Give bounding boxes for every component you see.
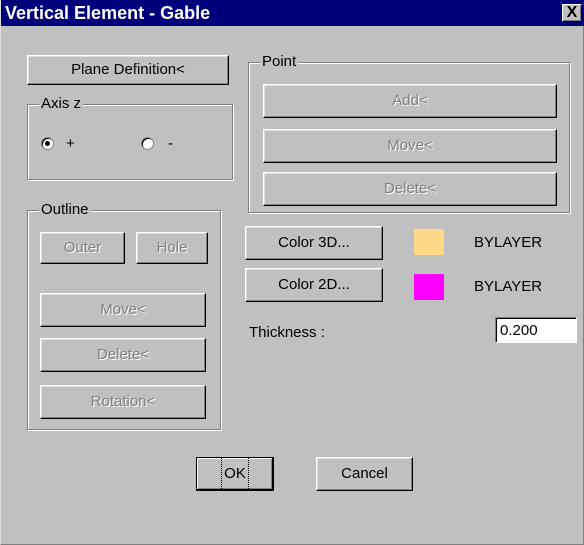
close-icon: X bbox=[566, 4, 578, 21]
hole-label: Hole bbox=[156, 239, 188, 256]
rotation-button[interactable]: Rotation< bbox=[40, 385, 206, 419]
dialog-window: Vertical Element - Gable X Plane Definit… bbox=[0, 0, 584, 545]
point-legend: Point bbox=[260, 53, 299, 70]
point-add-button[interactable]: Add< bbox=[263, 84, 557, 118]
color-2d-button[interactable]: Color 2D... bbox=[245, 268, 383, 302]
thickness-input[interactable] bbox=[495, 317, 577, 343]
rotation-label: Rotation< bbox=[90, 393, 156, 410]
close-button[interactable]: X bbox=[562, 4, 582, 22]
outer-button[interactable]: Outer bbox=[40, 232, 125, 264]
point-delete-label: Delete< bbox=[383, 180, 437, 197]
point-move-button[interactable]: Move< bbox=[263, 129, 557, 163]
point-add-label: Add< bbox=[392, 92, 428, 109]
outline-delete-button[interactable]: Delete< bbox=[40, 338, 206, 372]
color-3d-value: BYLAYER bbox=[474, 234, 543, 251]
plane-definition-label: Plane Definition< bbox=[71, 61, 185, 78]
outer-label: Outer bbox=[63, 239, 102, 256]
cancel-button[interactable]: Cancel bbox=[316, 457, 413, 491]
axis-z-group bbox=[27, 104, 233, 180]
ok-label: OK bbox=[221, 457, 249, 491]
point-delete-button[interactable]: Delete< bbox=[263, 172, 557, 206]
axis-z-plus-label: + bbox=[66, 135, 75, 152]
color-3d-swatch bbox=[414, 229, 444, 255]
cancel-label: Cancel bbox=[341, 465, 388, 482]
color-2d-value: BYLAYER bbox=[474, 278, 543, 295]
axis-z-plus-radio[interactable] bbox=[41, 137, 54, 150]
outline-legend: Outline bbox=[39, 201, 91, 218]
axis-z-minus-label: - bbox=[168, 135, 173, 152]
color-2d-swatch bbox=[414, 274, 444, 300]
window-title: Vertical Element - Gable bbox=[5, 3, 211, 23]
color-2d-label: Color 2D... bbox=[278, 276, 350, 293]
thickness-label: Thickness : bbox=[249, 324, 325, 341]
radio-selected-dot bbox=[45, 141, 50, 146]
ok-button[interactable]: OK bbox=[196, 457, 274, 491]
color-3d-button[interactable]: Color 3D... bbox=[245, 226, 383, 260]
title-bar[interactable]: Vertical Element - Gable X bbox=[1, 0, 584, 26]
plane-definition-button[interactable]: Plane Definition< bbox=[27, 55, 229, 85]
outline-delete-label: Delete< bbox=[96, 346, 150, 363]
outline-move-label: Move< bbox=[100, 301, 146, 318]
axis-z-legend: Axis z bbox=[39, 95, 84, 112]
hole-button[interactable]: Hole bbox=[136, 232, 208, 264]
axis-z-minus-radio[interactable] bbox=[141, 137, 154, 150]
outline-move-button[interactable]: Move< bbox=[40, 293, 206, 327]
point-move-label: Move< bbox=[387, 137, 433, 154]
color-3d-label: Color 3D... bbox=[278, 234, 350, 251]
